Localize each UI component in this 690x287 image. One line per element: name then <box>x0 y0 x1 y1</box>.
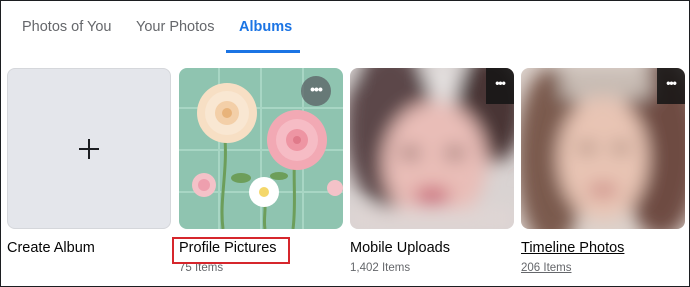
album-cover[interactable]: ••• <box>521 68 685 229</box>
album-name[interactable]: Mobile Uploads <box>350 240 450 256</box>
albums-panel: Photos of You Your Photos Albums Create … <box>0 0 690 287</box>
album-options-button[interactable]: ••• <box>486 68 514 104</box>
album-item-count: 1,402 Items <box>350 262 411 274</box>
tab-photos-of-you[interactable]: Photos of You <box>22 1 112 53</box>
album-name[interactable]: Create Album <box>7 240 95 256</box>
album-options-button[interactable]: ••• <box>657 68 685 104</box>
highlight-box <box>172 237 290 264</box>
create-album-tile[interactable] <box>7 68 171 229</box>
album-cover[interactable]: ••• <box>350 68 514 229</box>
tab-albums[interactable]: Albums <box>239 1 292 53</box>
plus-icon <box>79 138 99 159</box>
more-horizontal-icon: ••• <box>310 81 323 97</box>
more-horizontal-icon: ••• <box>666 76 677 90</box>
active-tab-indicator <box>226 50 300 53</box>
album-card-create[interactable]: Create Album <box>7 68 171 256</box>
album-item-count[interactable]: 206 Items <box>521 262 572 274</box>
album-card-mobile-uploads[interactable]: ••• Mobile Uploads 1,402 Items <box>350 68 514 274</box>
photo-tabs: Photos of You Your Photos Albums <box>1 1 689 53</box>
album-cover[interactable]: ••• <box>179 68 343 229</box>
album-card-timeline-photos[interactable]: ••• Timeline Photos 206 Items <box>521 68 685 274</box>
album-options-button[interactable]: ••• <box>301 76 331 106</box>
more-horizontal-icon: ••• <box>495 76 506 90</box>
album-card-profile-pictures[interactable]: ••• Profile Pictures 75 Items <box>179 68 343 274</box>
tab-your-photos[interactable]: Your Photos <box>136 1 214 53</box>
album-name[interactable]: Timeline Photos <box>521 240 624 256</box>
